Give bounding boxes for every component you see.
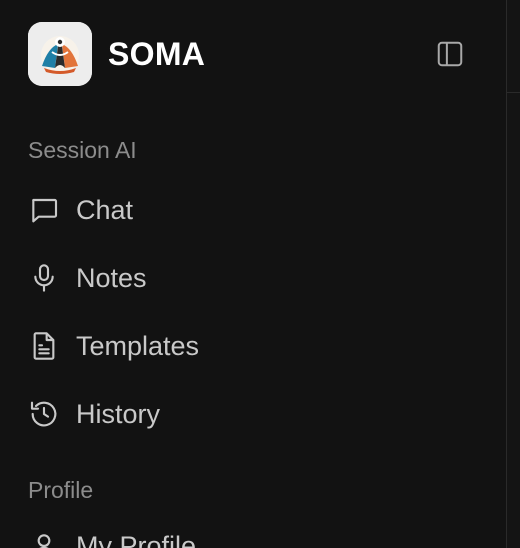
sidebar: SOMA Session AI Chat Notes Templates His…	[0, 0, 506, 548]
sidebar-toggle-button[interactable]	[434, 38, 466, 70]
sidebar-item-label: Notes	[76, 263, 147, 293]
chat-bubble-icon	[28, 194, 60, 226]
document-icon	[28, 330, 60, 362]
app-window: SOMA Session AI Chat Notes Templates His…	[0, 0, 520, 548]
sidebar-item-templates[interactable]: Templates	[28, 324, 468, 368]
sidebar-item-label: Templates	[76, 331, 200, 361]
sidebar-item-label: History	[76, 399, 161, 429]
section-label-profile: Profile	[28, 477, 94, 503]
sidebar-item-label: My Profile	[76, 531, 197, 548]
logo-icon	[28, 22, 92, 86]
section-label-session-ai: Session AI	[28, 137, 137, 163]
sidebar-item-notes[interactable]: Notes	[28, 256, 468, 300]
sidebar-item-label: Chat	[76, 195, 134, 225]
header-divider	[507, 92, 520, 93]
history-icon	[28, 398, 60, 430]
sidebar-item-my-profile[interactable]: My Profile	[28, 524, 468, 548]
sidebar-panel-icon	[437, 41, 463, 67]
sidebar-divider	[506, 0, 507, 548]
app-name: SOMA	[108, 36, 206, 72]
app-logo[interactable]	[28, 22, 92, 86]
microphone-icon	[28, 262, 60, 294]
sidebar-item-history[interactable]: History	[28, 392, 468, 436]
user-icon	[28, 530, 60, 548]
sidebar-item-chat[interactable]: Chat	[28, 188, 468, 232]
